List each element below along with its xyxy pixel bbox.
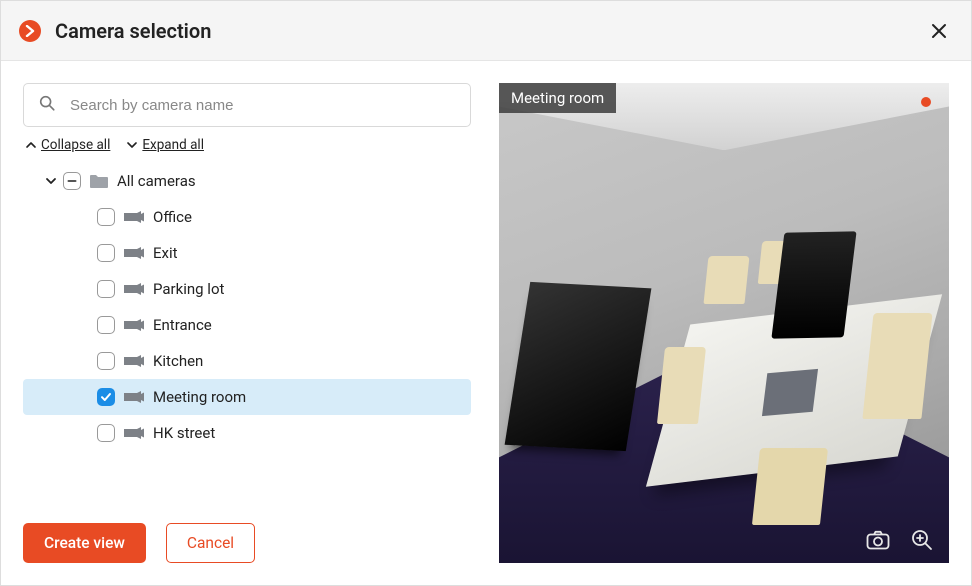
camera-row[interactable]: Parking lot	[23, 271, 471, 307]
camera-icon	[123, 246, 145, 260]
camera-row[interactable]: HK street	[23, 415, 471, 451]
camera-label: Meeting room	[153, 388, 246, 406]
tree-group-all-cameras[interactable]: All cameras	[23, 163, 471, 199]
camera-label: Office	[153, 208, 192, 226]
camera-selection-dialog: Camera selection Collapse all Expand all	[0, 0, 972, 586]
camera-checkbox[interactable]	[97, 244, 115, 262]
camera-label: Entrance	[153, 316, 212, 334]
camera-row[interactable]: Kitchen	[23, 343, 471, 379]
search-icon	[38, 94, 56, 116]
expand-all-button[interactable]: Expand all	[126, 137, 204, 153]
cancel-button[interactable]: Cancel	[166, 523, 255, 563]
camera-checkbox[interactable]	[97, 352, 115, 370]
create-view-label: Create view	[44, 534, 125, 552]
preview-panel: Meeting room	[499, 83, 949, 563]
preview-camera-name: Meeting room	[499, 83, 616, 113]
camera-row[interactable]: Meeting room	[23, 379, 471, 415]
chevron-down-icon[interactable]	[43, 173, 59, 189]
camera-icon	[123, 318, 145, 332]
expand-all-label: Expand all	[142, 137, 204, 153]
collapse-all-label: Collapse all	[41, 137, 110, 153]
camera-tree: All cameras Office Exit Parking lot Entranc…	[23, 163, 471, 509]
zoom-button[interactable]	[909, 527, 935, 553]
camera-checkbox[interactable]	[97, 280, 115, 298]
group-checkbox[interactable]	[63, 172, 81, 190]
camera-icon	[123, 426, 145, 440]
search-box[interactable]	[23, 83, 471, 127]
create-view-button[interactable]: Create view	[23, 523, 146, 563]
camera-row[interactable]: Entrance	[23, 307, 471, 343]
camera-preview[interactable]: Meeting room	[499, 83, 949, 563]
chevron-down-icon	[126, 139, 138, 151]
group-label: All cameras	[117, 172, 196, 190]
camera-icon	[123, 210, 145, 224]
camera-row[interactable]: Office	[23, 199, 471, 235]
camera-checkbox[interactable]	[97, 208, 115, 226]
action-bar: Create view Cancel	[23, 523, 471, 563]
camera-icon	[866, 530, 890, 550]
cancel-label: Cancel	[187, 534, 234, 552]
collapse-all-button[interactable]: Collapse all	[25, 137, 110, 153]
camera-row[interactable]: Exit	[23, 235, 471, 271]
camera-label: Parking lot	[153, 280, 224, 298]
chevron-up-icon	[25, 139, 37, 151]
folder-icon	[89, 173, 109, 189]
search-input[interactable]	[68, 96, 456, 115]
recording-indicator-icon	[921, 97, 931, 107]
close-button[interactable]	[925, 17, 953, 45]
app-icon	[19, 20, 41, 42]
dialog-body: Collapse all Expand all	[1, 61, 971, 585]
camera-icon	[123, 354, 145, 368]
camera-checkbox[interactable]	[97, 388, 115, 406]
dialog-header: Camera selection	[1, 1, 971, 61]
camera-label: Exit	[153, 244, 178, 262]
camera-checkbox[interactable]	[97, 316, 115, 334]
dialog-title: Camera selection	[55, 19, 211, 43]
camera-icon	[123, 282, 145, 296]
camera-icon	[123, 390, 145, 404]
tree-controls: Collapse all Expand all	[23, 137, 471, 153]
magnify-plus-icon	[911, 529, 933, 551]
camera-label: HK street	[153, 424, 215, 442]
close-icon	[931, 23, 947, 39]
left-panel: Collapse all Expand all	[23, 83, 471, 563]
preview-toolbar	[865, 527, 935, 553]
preview-image	[499, 83, 949, 563]
camera-label: Kitchen	[153, 352, 203, 370]
camera-checkbox[interactable]	[97, 424, 115, 442]
snapshot-button[interactable]	[865, 527, 891, 553]
